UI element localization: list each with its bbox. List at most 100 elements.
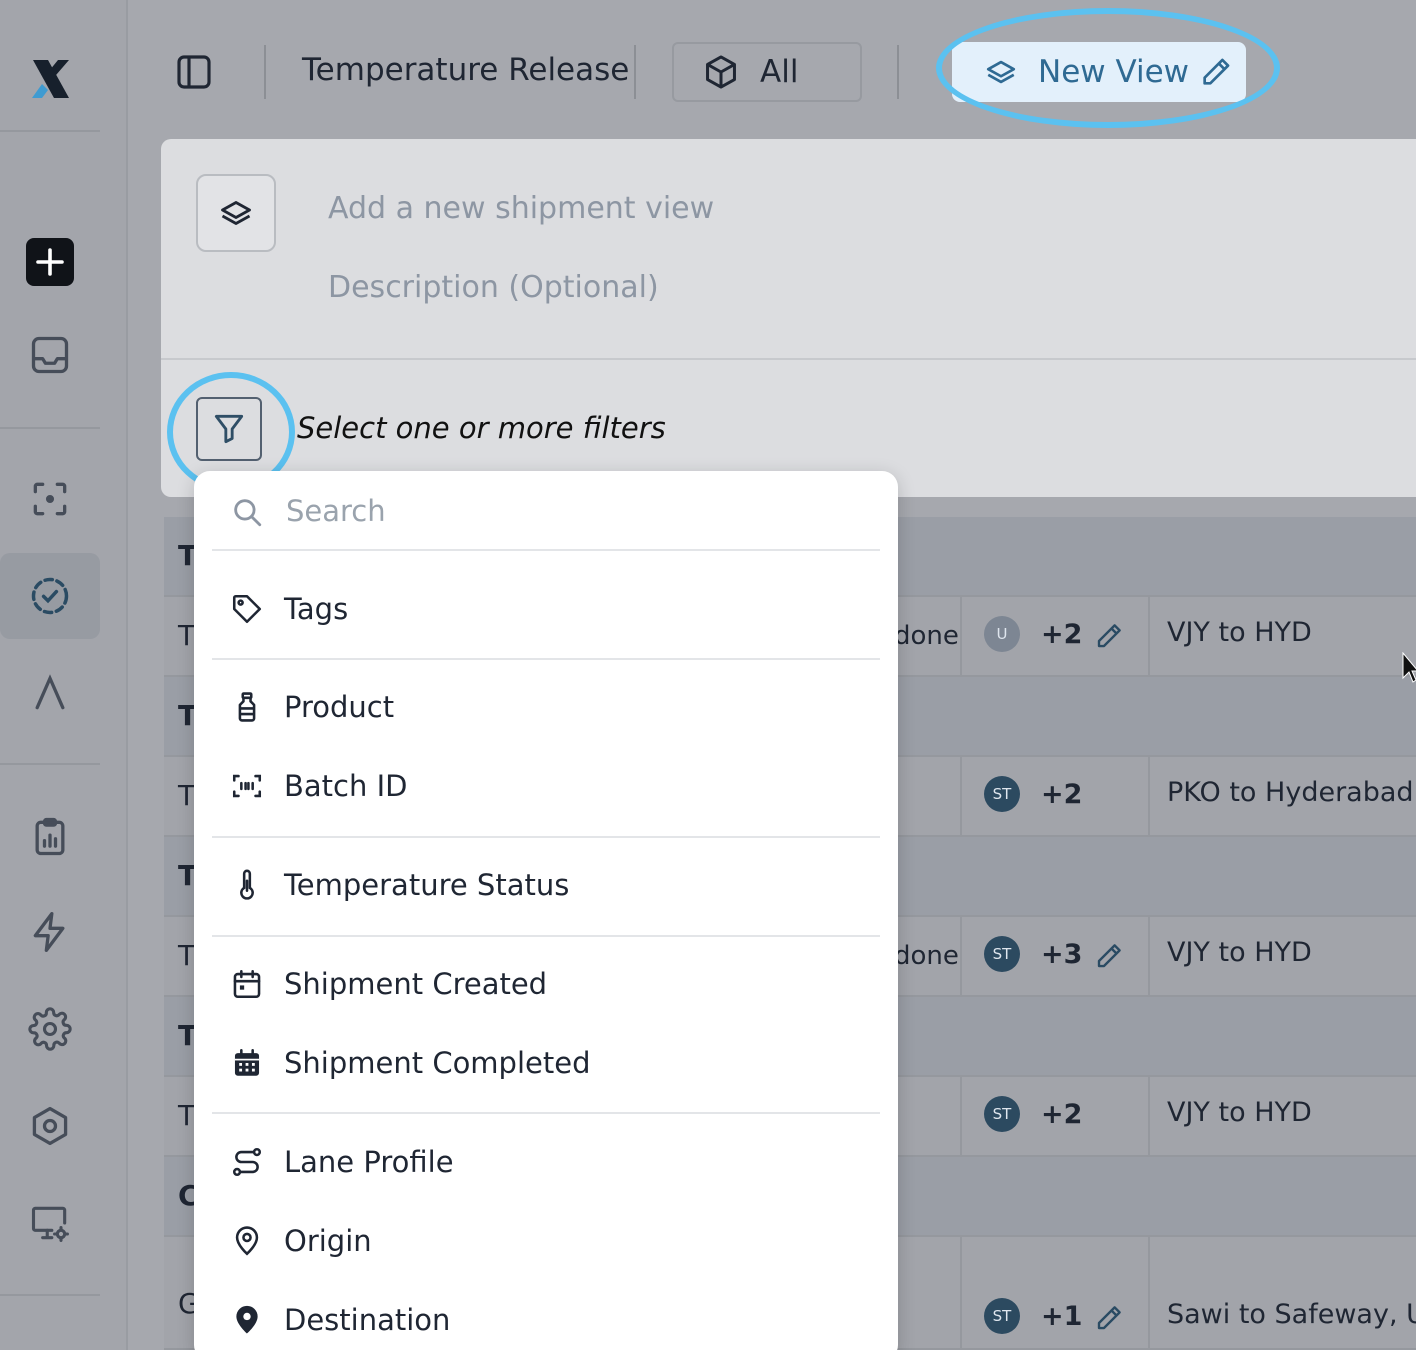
assignee-count: +2 [1041,779,1083,810]
filter-option-tags[interactable]: Tags [212,579,880,639]
sidebar-item-automations[interactable] [13,895,87,969]
divider [634,45,636,99]
assignee-count: +2 [1041,1099,1083,1130]
assignee-count: +3 [1041,939,1083,970]
sidebar-divider [0,1294,100,1296]
mouse-cursor-icon [1402,652,1416,683]
avatar: ST [984,1096,1020,1132]
sidebar-panel-icon [177,55,211,89]
column-divider [1148,917,1150,995]
filter-option-temperature-status[interactable]: Temperature Status [212,855,880,915]
bottle-icon [238,692,256,722]
assignee-count: +2 [1041,619,1083,650]
sidebar-item-settings[interactable] [13,992,87,1066]
filter-option-label: Shipment Created [284,967,548,1001]
divider [212,658,880,660]
highlight-ring [936,8,1280,128]
sidebar-item-devices[interactable] [13,1186,87,1260]
filter-option-label: Tags [284,592,349,626]
view-name-input[interactable]: Add a new shipment view [328,191,714,226]
filter-option-shipment-created[interactable]: Shipment Created [212,954,880,1014]
sidebar-item-tasks[interactable] [0,553,100,639]
pencil-icon[interactable] [1094,941,1124,971]
divider [212,1112,880,1114]
gear-icon [28,1007,72,1051]
search-input[interactable] [286,489,846,533]
tag-icon [232,594,262,624]
table-cell-name: T [178,619,196,652]
pencil-icon[interactable] [1094,621,1124,651]
status-text: done [894,941,959,971]
divider [161,358,1416,360]
monitor-settings-icon [31,1206,69,1242]
filter-option-label: Shipment Completed [284,1046,591,1080]
filter-option-lane-profile[interactable]: Lane Profile [212,1132,880,1192]
scope-label: All [760,54,799,90]
filter-option-label: Temperature Status [284,868,570,902]
filter-option-product[interactable]: Product [212,677,880,737]
sidebar-item-reports[interactable] [13,800,87,874]
view-description-input[interactable]: Description (Optional) [328,270,659,305]
column-divider [960,1237,962,1348]
route-icon [232,1147,262,1177]
column-divider [1148,1077,1150,1155]
filter-option-destination[interactable]: Destination [212,1290,880,1350]
thermometer-icon [240,869,254,900]
table-cell-name: T [178,1099,196,1132]
table-cell-name: T [178,779,196,812]
map-pin-filled-icon [236,1305,258,1334]
column-divider [960,1077,962,1155]
avatar: U [984,616,1020,652]
divider [212,836,880,838]
filter-option-label: Destination [284,1303,451,1337]
sidebar-item-lambda[interactable] [13,656,87,730]
cube-icon [706,55,736,89]
filter-option-batch-id[interactable]: Batch ID [212,756,880,816]
lambda-icon [35,674,65,710]
view-icon-picker[interactable] [196,174,276,252]
filter-option-label: Lane Profile [284,1145,454,1179]
layers-icon [221,201,251,225]
column-divider [960,597,962,675]
scan-icon [33,482,67,516]
calendar-filled-icon [234,1048,260,1076]
sidebar-item-inbox[interactable] [13,318,87,392]
filter-option-origin[interactable]: Origin [212,1211,880,1271]
add-icon [36,248,64,276]
sidebar-item-admin[interactable] [13,1089,87,1163]
route-text: PKO to Hyderabad [1167,777,1414,808]
route-text: VJY to HYD [1167,937,1312,968]
column-divider [1148,1237,1150,1348]
scope-all-button[interactable]: All [672,42,862,102]
filter-option-label: Product [284,690,395,724]
avatar: ST [984,936,1020,972]
table-cell-name: T [178,939,196,972]
sidebar-divider [0,427,100,429]
route-text: Sawi to Safeway, USA [1167,1299,1416,1330]
top-bar: Temperature Release All New View [128,0,1416,140]
sidebar-item-scan[interactable] [13,462,87,536]
assignee-count: +1 [1041,1301,1083,1332]
page-title: Temperature Release [302,52,630,88]
pencil-icon[interactable] [1094,1303,1124,1333]
lightning-icon [33,912,65,952]
divider [264,45,266,99]
inbox-icon [31,336,69,374]
dashed-check-circle-icon [31,577,69,615]
sidebar-divider [0,763,100,765]
calendar-icon [233,969,261,999]
add-button[interactable] [26,238,74,286]
route-text: VJY to HYD [1167,617,1312,648]
panel-toggle-button[interactable] [174,52,214,92]
hexagon-settings-icon [32,1106,68,1146]
avatar: ST [984,776,1020,812]
avatar: ST [984,1298,1020,1334]
filter-prompt: Select one or more filters [297,411,666,445]
filter-dropdown: Tags Product Batch ID Temperature Status… [194,471,898,1350]
clipboard-chart-icon [35,817,65,856]
route-text: VJY to HYD [1167,1097,1312,1128]
filter-option-label: Batch ID [284,769,408,803]
filter-option-shipment-completed[interactable]: Shipment Completed [212,1033,880,1093]
filter-search [212,471,880,551]
app-logo[interactable] [28,56,74,102]
